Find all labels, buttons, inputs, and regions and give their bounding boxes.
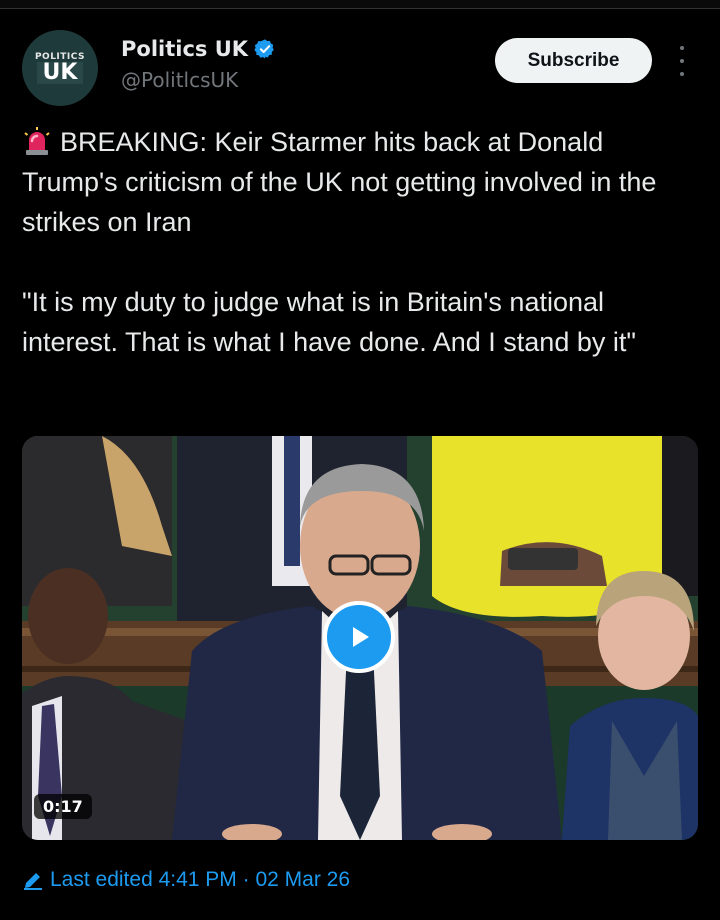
tweet-paragraph-1-text: BREAKING: Keir Starmer hits back at Dona… <box>22 127 657 237</box>
subscribe-button[interactable]: Subscribe <box>495 38 652 83</box>
more-dot <box>680 46 684 50</box>
tweet-paragraph-1: BREAKING: Keir Starmer hits back at Dona… <box>22 122 702 242</box>
play-icon <box>353 627 369 647</box>
tweet-text: BREAKING: Keir Starmer hits back at Dona… <box>22 122 702 362</box>
more-dot <box>680 72 684 76</box>
more-vertical-icon[interactable] <box>674 46 690 76</box>
display-name[interactable]: Politics UK <box>121 37 248 61</box>
handle[interactable]: @PolitlcsUK <box>121 68 238 92</box>
tweet-paragraph-2: "It is my duty to judge what is in Brita… <box>22 287 636 357</box>
police-siren-icon <box>24 127 50 155</box>
video-player[interactable]: 0:17 <box>22 436 698 840</box>
verified-badge-icon <box>254 39 274 59</box>
avatar[interactable]: POLITICS UK <box>22 30 98 106</box>
last-edited-link[interactable]: Last edited 4:41 PM · 02 Mar 26 <box>22 868 350 892</box>
top-divider <box>0 0 720 9</box>
more-dot <box>680 59 684 63</box>
avatar-big-text: UK <box>36 62 84 84</box>
last-edited-label[interactable]: Last edited 4:41 PM · 02 Mar 26 <box>50 868 350 892</box>
video-duration: 0:17 <box>34 794 92 819</box>
play-button[interactable] <box>323 601 395 673</box>
pencil-icon <box>24 873 42 890</box>
author-name-row[interactable]: Politics UK <box>121 37 276 61</box>
